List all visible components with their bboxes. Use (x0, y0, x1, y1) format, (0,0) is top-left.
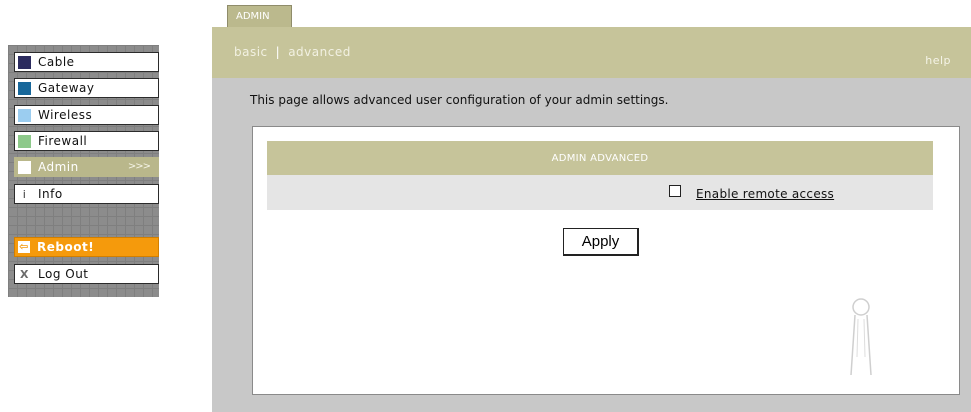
nav-item-label: Firewall (38, 134, 88, 148)
firewall-swatch-icon (18, 134, 31, 148)
help-link[interactable]: help (925, 54, 951, 67)
main-frame: basic | advanced help This page allows adv… (212, 27, 971, 412)
content-panel: ADMIN ADVANCED Enable remote access Appl… (252, 126, 960, 395)
nav-item-info[interactable]: i Info (14, 184, 159, 204)
logout-label: Log Out (38, 267, 89, 281)
gateway-swatch-icon (18, 81, 31, 95)
nav-item-label: Wireless (38, 108, 93, 122)
remote-access-checkbox[interactable] (669, 185, 681, 197)
side-nav: Cable Gateway Wireless Firewall Admin >>… (8, 45, 159, 297)
nav-item-gateway[interactable]: Gateway (14, 78, 159, 98)
nav-item-admin[interactable]: Admin >>> (14, 157, 159, 177)
nav-item-label: Gateway (38, 81, 95, 95)
tab-admin[interactable]: ADMIN (227, 5, 292, 27)
header-bar: basic | advanced help (212, 27, 971, 78)
reboot-arrow-icon: ⇦ (18, 240, 30, 253)
nav-item-label: Admin (38, 160, 79, 174)
section-header: ADMIN ADVANCED (267, 141, 933, 175)
chevron-right-icon: >>> (127, 161, 151, 172)
wireless-swatch-icon (18, 108, 31, 122)
nav-item-label: Cable (38, 55, 75, 69)
nav-item-firewall[interactable]: Firewall (14, 131, 159, 151)
info-icon: i (22, 187, 27, 201)
subnav-separator: | (275, 45, 281, 59)
antenna-icon (850, 298, 872, 376)
logout-button[interactable]: X Log Out (14, 264, 159, 284)
subnav-basic-link[interactable]: basic (234, 45, 268, 59)
nav-item-label: Info (38, 187, 63, 201)
reboot-label: Reboot! (37, 240, 95, 254)
reboot-button[interactable]: ⇦ Reboot! (14, 237, 159, 257)
admin-swatch-icon (18, 160, 31, 174)
close-x-icon: X (20, 267, 29, 281)
subnav: basic | advanced (234, 45, 351, 59)
remote-access-label[interactable]: Enable remote access (696, 187, 834, 201)
subnav-advanced-link[interactable]: advanced (288, 45, 351, 59)
nav-item-wireless[interactable]: Wireless (14, 105, 159, 125)
nav-item-cable[interactable]: Cable (14, 52, 159, 72)
cable-swatch-icon (18, 55, 31, 69)
option-row: Enable remote access (267, 175, 933, 210)
page-description: This page allows advanced user configura… (250, 93, 669, 107)
apply-button[interactable]: Apply (563, 228, 639, 256)
